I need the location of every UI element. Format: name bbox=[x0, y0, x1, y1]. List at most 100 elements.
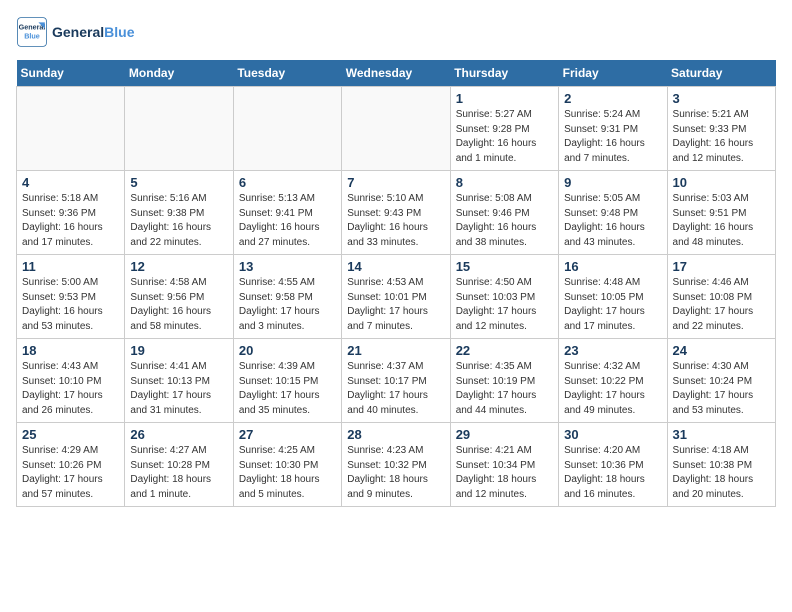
day-info: Sunrise: 5:16 AM Sunset: 9:38 PM Dayligh… bbox=[130, 192, 227, 250]
day-cell: 31 Sunrise: 4:18 AM Sunset: 10:38 PM Dayl… bbox=[667, 423, 775, 507]
day-cell bbox=[342, 87, 450, 171]
day-cell: 12 Sunrise: 4:58 AM Sunset: 9:56 PM Dayli… bbox=[125, 255, 233, 339]
day-info: Sunrise: 5:13 AM Sunset: 9:41 PM Dayligh… bbox=[239, 192, 336, 250]
day-number: 11 bbox=[22, 259, 119, 274]
day-info: Sunrise: 4:35 AM Sunset: 10:19 PM Daylig… bbox=[456, 360, 553, 418]
day-cell: 2Sunrise: 5:24 AM Sunset: 9:31 PM Daylig… bbox=[559, 87, 667, 171]
day-info: Sunrise: 4:18 AM Sunset: 10:38 PM Daylig… bbox=[673, 444, 770, 502]
day-number: 15 bbox=[456, 259, 553, 274]
day-info: Sunrise: 5:08 AM Sunset: 9:46 PM Dayligh… bbox=[456, 192, 553, 250]
header-cell-thursday: Thursday bbox=[450, 60, 558, 87]
day-info: Sunrise: 4:21 AM Sunset: 10:34 PM Daylig… bbox=[456, 444, 553, 502]
day-cell: 21Sunrise: 4:37 AM Sunset: 10:17 PM Dayl… bbox=[342, 339, 450, 423]
day-number: 21 bbox=[347, 343, 444, 358]
day-cell: 5 Sunrise: 5:16 AM Sunset: 9:38 PM Daylig… bbox=[125, 171, 233, 255]
day-cell: 14Sunrise: 4:53 AM Sunset: 10:01 PM Dayl… bbox=[342, 255, 450, 339]
logo-text: GeneralBlue bbox=[52, 24, 134, 40]
day-info: Sunrise: 5:05 AM Sunset: 9:48 PM Dayligh… bbox=[564, 192, 661, 250]
day-number: 5 bbox=[130, 175, 227, 190]
day-number: 16 bbox=[564, 259, 661, 274]
day-number: 27 bbox=[239, 427, 336, 442]
calendar-table: SundayMondayTuesdayWednesdayThursdayFrid… bbox=[16, 60, 776, 507]
day-info: Sunrise: 4:48 AM Sunset: 10:05 PM Daylig… bbox=[564, 276, 661, 334]
day-number: 8 bbox=[456, 175, 553, 190]
day-info: Sunrise: 4:29 AM Sunset: 10:26 PM Daylig… bbox=[22, 444, 119, 502]
day-number: 25 bbox=[22, 427, 119, 442]
day-info: Sunrise: 4:46 AM Sunset: 10:08 PM Daylig… bbox=[673, 276, 770, 334]
day-info: Sunrise: 4:30 AM Sunset: 10:24 PM Daylig… bbox=[673, 360, 770, 418]
day-cell: 15 Sunrise: 4:50 AM Sunset: 10:03 PM Dayl… bbox=[450, 255, 558, 339]
day-number: 9 bbox=[564, 175, 661, 190]
day-info: Sunrise: 5:10 AM Sunset: 9:43 PM Dayligh… bbox=[347, 192, 444, 250]
day-number: 28 bbox=[347, 427, 444, 442]
day-number: 29 bbox=[456, 427, 553, 442]
day-info: Sunrise: 4:43 AM Sunset: 10:10 PM Daylig… bbox=[22, 360, 119, 418]
day-number: 18 bbox=[22, 343, 119, 358]
week-row-3: 11 Sunrise: 5:00 AM Sunset: 9:53 PM Dayli… bbox=[17, 255, 776, 339]
day-number: 31 bbox=[673, 427, 770, 442]
day-cell: 17 Sunrise: 4:46 AM Sunset: 10:08 PM Dayl… bbox=[667, 255, 775, 339]
day-cell: 8 Sunrise: 5:08 AM Sunset: 9:46 PM Daylig… bbox=[450, 171, 558, 255]
day-cell bbox=[17, 87, 125, 171]
day-info: Sunrise: 4:55 AM Sunset: 9:58 PM Dayligh… bbox=[239, 276, 336, 334]
day-number: 24 bbox=[673, 343, 770, 358]
day-info: Sunrise: 5:24 AM Sunset: 9:31 PM Dayligh… bbox=[564, 108, 661, 166]
day-info: Sunrise: 4:50 AM Sunset: 10:03 PM Daylig… bbox=[456, 276, 553, 334]
day-cell: 30 Sunrise: 4:20 AM Sunset: 10:36 PM Dayl… bbox=[559, 423, 667, 507]
logo-icon: General Blue bbox=[16, 16, 48, 48]
day-number: 22 bbox=[456, 343, 553, 358]
day-number: 14 bbox=[347, 259, 444, 274]
day-info: Sunrise: 5:18 AM Sunset: 9:36 PM Dayligh… bbox=[22, 192, 119, 250]
header-cell-saturday: Saturday bbox=[667, 60, 775, 87]
day-info: Sunrise: 4:58 AM Sunset: 9:56 PM Dayligh… bbox=[130, 276, 227, 334]
day-number: 10 bbox=[673, 175, 770, 190]
day-number: 6 bbox=[239, 175, 336, 190]
day-number: 1 bbox=[456, 91, 553, 106]
day-cell: 13 Sunrise: 4:55 AM Sunset: 9:58 PM Dayli… bbox=[233, 255, 341, 339]
day-cell: 25 Sunrise: 4:29 AM Sunset: 10:26 PM Dayl… bbox=[17, 423, 125, 507]
day-cell bbox=[125, 87, 233, 171]
day-number: 20 bbox=[239, 343, 336, 358]
logo: General Blue GeneralBlue bbox=[16, 16, 134, 48]
day-number: 19 bbox=[130, 343, 227, 358]
day-info: Sunrise: 5:21 AM Sunset: 9:33 PM Dayligh… bbox=[673, 108, 770, 166]
header-cell-sunday: Sunday bbox=[17, 60, 125, 87]
day-number: 30 bbox=[564, 427, 661, 442]
day-number: 12 bbox=[130, 259, 227, 274]
week-row-5: 25 Sunrise: 4:29 AM Sunset: 10:26 PM Dayl… bbox=[17, 423, 776, 507]
header-row: SundayMondayTuesdayWednesdayThursdayFrid… bbox=[17, 60, 776, 87]
day-info: Sunrise: 4:39 AM Sunset: 10:15 PM Daylig… bbox=[239, 360, 336, 418]
day-info: Sunrise: 4:27 AM Sunset: 10:28 PM Daylig… bbox=[130, 444, 227, 502]
day-number: 17 bbox=[673, 259, 770, 274]
day-cell: 20 Sunrise: 4:39 AM Sunset: 10:15 PM Dayl… bbox=[233, 339, 341, 423]
day-cell: 28Sunrise: 4:23 AM Sunset: 10:32 PM Dayl… bbox=[342, 423, 450, 507]
week-row-1: 1 Sunrise: 5:27 AM Sunset: 9:28 PM Daylig… bbox=[17, 87, 776, 171]
day-info: Sunrise: 4:25 AM Sunset: 10:30 PM Daylig… bbox=[239, 444, 336, 502]
day-number: 26 bbox=[130, 427, 227, 442]
day-cell: 10Sunrise: 5:03 AM Sunset: 9:51 PM Dayli… bbox=[667, 171, 775, 255]
day-info: Sunrise: 5:27 AM Sunset: 9:28 PM Dayligh… bbox=[456, 108, 553, 166]
day-number: 13 bbox=[239, 259, 336, 274]
day-cell: 7 Sunrise: 5:10 AM Sunset: 9:43 PM Daylig… bbox=[342, 171, 450, 255]
day-number: 23 bbox=[564, 343, 661, 358]
day-cell: 24 Sunrise: 4:30 AM Sunset: 10:24 PM Dayl… bbox=[667, 339, 775, 423]
day-cell: 23 Sunrise: 4:32 AM Sunset: 10:22 PM Dayl… bbox=[559, 339, 667, 423]
header-cell-wednesday: Wednesday bbox=[342, 60, 450, 87]
day-cell: 3 Sunrise: 5:21 AM Sunset: 9:33 PM Daylig… bbox=[667, 87, 775, 171]
day-number: 3 bbox=[673, 91, 770, 106]
day-cell: 26 Sunrise: 4:27 AM Sunset: 10:28 PM Dayl… bbox=[125, 423, 233, 507]
day-info: Sunrise: 4:20 AM Sunset: 10:36 PM Daylig… bbox=[564, 444, 661, 502]
day-cell: 9 Sunrise: 5:05 AM Sunset: 9:48 PM Daylig… bbox=[559, 171, 667, 255]
day-cell: 18 Sunrise: 4:43 AM Sunset: 10:10 PM Dayl… bbox=[17, 339, 125, 423]
day-number: 7 bbox=[347, 175, 444, 190]
week-row-2: 4 Sunrise: 5:18 AM Sunset: 9:36 PM Daylig… bbox=[17, 171, 776, 255]
day-info: Sunrise: 4:41 AM Sunset: 10:13 PM Daylig… bbox=[130, 360, 227, 418]
day-info: Sunrise: 4:32 AM Sunset: 10:22 PM Daylig… bbox=[564, 360, 661, 418]
day-cell: 1 Sunrise: 5:27 AM Sunset: 9:28 PM Daylig… bbox=[450, 87, 558, 171]
day-number: 4 bbox=[22, 175, 119, 190]
day-cell: 19 Sunrise: 4:41 AM Sunset: 10:13 PM Dayl… bbox=[125, 339, 233, 423]
svg-text:Blue: Blue bbox=[24, 31, 40, 40]
day-info: Sunrise: 5:00 AM Sunset: 9:53 PM Dayligh… bbox=[22, 276, 119, 334]
day-cell: 29 Sunrise: 4:21 AM Sunset: 10:34 PM Dayl… bbox=[450, 423, 558, 507]
day-cell bbox=[233, 87, 341, 171]
